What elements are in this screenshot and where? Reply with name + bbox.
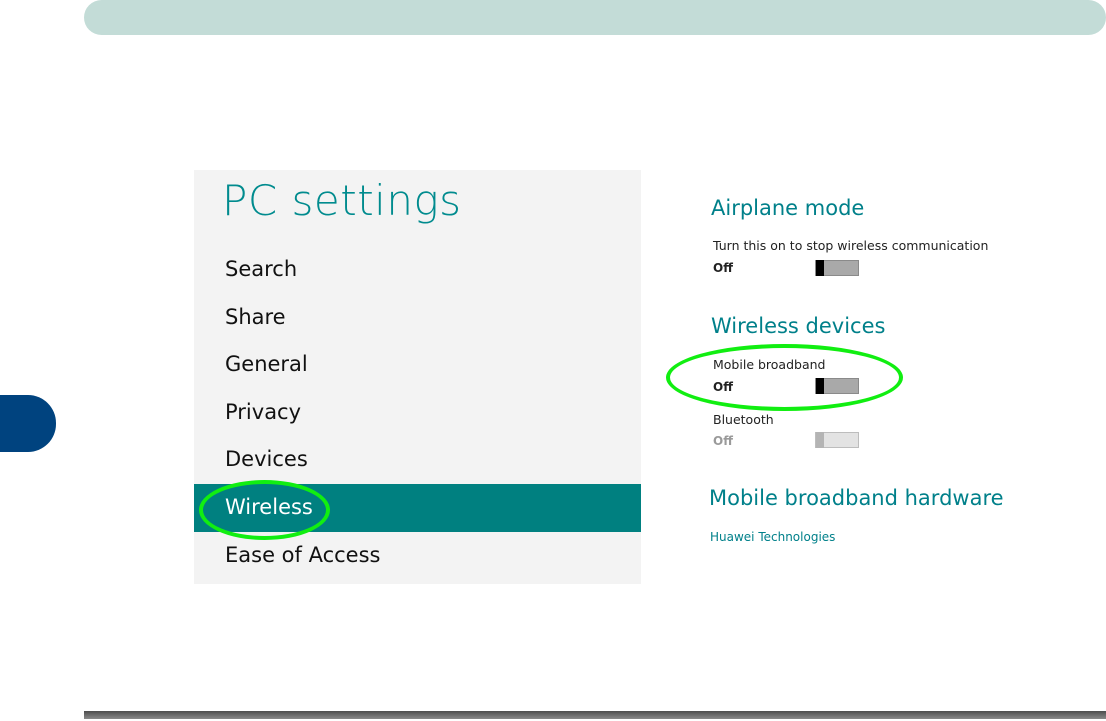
mobile-broadband-state: Off (713, 380, 733, 394)
airplane-mode-state: Off (713, 261, 733, 275)
nav-item-general[interactable]: General (194, 341, 641, 389)
page-title: PC settings (222, 176, 462, 225)
nav-item-ease-of-access[interactable]: Ease of Access (194, 532, 641, 580)
nav-item-devices[interactable]: Devices (194, 436, 641, 484)
toggle-knob (816, 432, 824, 448)
toggle-knob (816, 260, 824, 276)
wireless-devices-heading: Wireless devices (711, 314, 886, 338)
nav-item-wireless[interactable]: Wireless (194, 483, 641, 532)
chapter-tab (0, 395, 56, 452)
airplane-mode-description: Turn this on to stop wireless communicat… (713, 238, 989, 253)
settings-nav: Search Share General Privacy Devices Wir… (194, 246, 641, 579)
wireless-settings-panel: Airplane mode Turn this on to stop wirel… (700, 190, 1100, 560)
nav-item-share[interactable]: Share (194, 294, 641, 342)
mobile-broadband-toggle[interactable] (815, 378, 859, 394)
airplane-mode-toggle[interactable] (815, 260, 859, 276)
nav-item-privacy[interactable]: Privacy (194, 389, 641, 437)
mobile-broadband-label: Mobile broadband (713, 357, 826, 372)
bluetooth-toggle (815, 432, 859, 448)
mobile-broadband-hardware-heading: Mobile broadband hardware (709, 486, 1004, 510)
bluetooth-label: Bluetooth (713, 412, 774, 427)
top-header-bar (84, 0, 1106, 35)
pc-settings-sidebar: PC settings Search Share General Privacy… (194, 170, 641, 584)
nav-item-search[interactable]: Search (194, 246, 641, 294)
hardware-device-link[interactable]: Huawei Technologies (710, 530, 835, 544)
toggle-knob (816, 378, 824, 394)
airplane-mode-heading: Airplane mode (711, 196, 865, 220)
bluetooth-state: Off (713, 434, 733, 448)
footer-rule (84, 711, 1106, 719)
